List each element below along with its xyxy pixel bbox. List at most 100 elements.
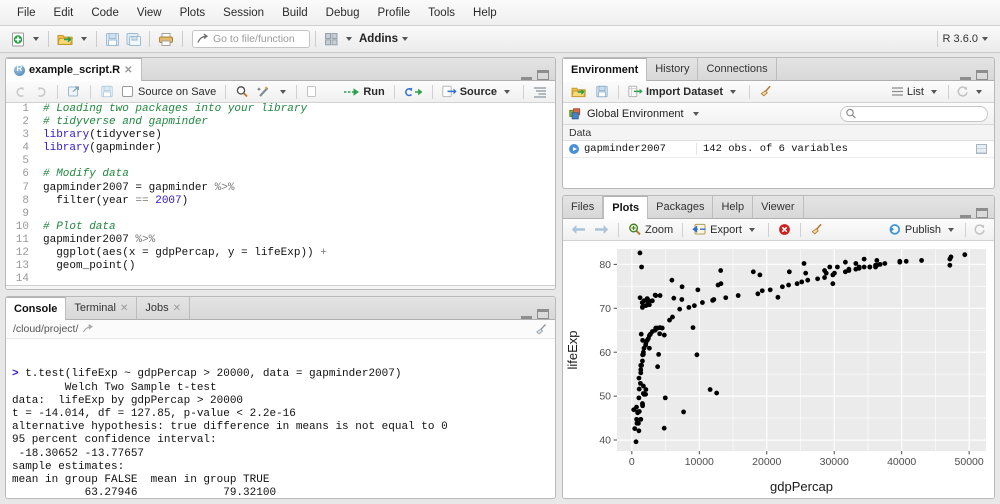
tab-help[interactable]: Help [713,196,754,218]
plot-clear-all-button[interactable] [807,222,827,237]
tab-plots[interactable]: Plots [603,196,649,219]
plot-display-area[interactable]: 40 50 60 70 80 0 10000 20000 30000 40000 50000 gdpP… [563,241,994,498]
data-point [723,295,729,301]
tab-history[interactable]: History [647,58,699,80]
global-environment-selector[interactable]: Global Environment [569,108,703,120]
file-type-selector[interactable]: R Script [503,290,540,291]
source-button[interactable]: Source [439,84,517,99]
plot-publish-caret-icon[interactable] [948,227,954,232]
plot-export-button[interactable]: Export [689,222,762,237]
menu-file[interactable]: File [8,4,45,22]
env-save-workspace-button[interactable] [592,84,612,99]
open-project-caret-icon[interactable] [81,37,87,41]
plot-zoom-button[interactable]: Zoom [625,222,676,237]
menu-build[interactable]: Build [273,4,317,22]
plot-publish-button[interactable]: Publish [885,222,961,237]
tab-terminal[interactable]: Terminal ✕ [66,297,138,319]
plot-remove-button[interactable] [775,222,794,237]
global-environment-caret-icon[interactable] [692,111,699,116]
r-version-selector[interactable]: R 3.6.0 [932,31,992,47]
menu-help[interactable]: Help [464,4,506,22]
close-icon[interactable]: ✕ [173,303,181,314]
expand-triangle-icon[interactable] [569,144,579,154]
source-forward-button[interactable] [32,85,51,99]
data-point [962,252,968,258]
open-project-button[interactable] [54,29,77,49]
workspace-panes-button[interactable] [321,29,342,49]
save-button[interactable] [102,29,123,49]
plot-next-button[interactable] [591,223,612,236]
print-button[interactable] [155,29,177,49]
code-tools-caret-icon[interactable] [280,89,287,94]
source-save-button[interactable] [97,84,117,99]
close-icon[interactable]: ✕ [120,303,128,314]
source-back-button[interactable] [11,85,30,99]
document-outline-button[interactable] [530,85,550,99]
close-icon[interactable]: ✕ [124,65,132,76]
source-caret-icon[interactable] [504,89,510,94]
minimize-icon[interactable] [521,71,532,80]
forward-arrow-icon [38,86,46,97]
env-view-mode-button[interactable]: List [888,85,944,99]
workspace-panes-caret-icon[interactable] [346,37,352,41]
tab-packages[interactable]: Packages [648,196,714,218]
tab-viewer[interactable]: Viewer [753,196,804,218]
source-find-button[interactable] [232,84,252,99]
menu-tools[interactable]: Tools [419,4,464,22]
tick-label-x: 10000 [685,456,714,468]
addins-caret-icon[interactable] [401,37,408,41]
menu-view[interactable]: View [128,4,171,22]
maximize-icon[interactable] [976,208,988,218]
open-in-window-icon[interactable] [82,323,94,335]
maximize-icon[interactable] [537,309,549,319]
menu-code[interactable]: Code [82,4,128,22]
menu-plots[interactable]: Plots [171,4,215,22]
env-clear-button[interactable] [756,84,776,99]
addins-button[interactable]: Addins [359,33,398,45]
menu-profile[interactable]: Profile [369,4,420,22]
scope-selector[interactable]: (Top Level) [73,290,125,291]
tab-connections[interactable]: Connections [698,58,777,80]
minimize-icon[interactable] [960,71,971,80]
menu-edit[interactable]: Edit [45,4,83,22]
env-load-workspace-button[interactable] [568,84,590,100]
r-version-caret-icon[interactable] [982,37,988,41]
environment-search-input[interactable] [840,105,988,122]
minimize-icon[interactable] [960,209,971,218]
menu-session[interactable]: Session [214,4,273,22]
run-button[interactable]: Run [340,85,387,99]
rerun-button[interactable] [401,85,426,99]
env-view-mode-caret-icon[interactable] [931,89,937,94]
import-dataset-button[interactable]: Import Dataset [625,84,743,99]
console-output[interactable]: > t.test(lifeExp ~ gdpPercap > 20000, da… [6,339,555,497]
maximize-icon[interactable] [976,70,988,80]
tab-jobs[interactable]: Jobs ✕ [137,297,191,319]
compile-report-button[interactable] [303,84,320,99]
working-directory-label[interactable]: /cloud/project/ [13,323,78,335]
code-text: # Modify data [43,168,129,181]
view-table-icon[interactable] [976,144,987,154]
console-clear-button[interactable] [535,323,548,336]
code-editor[interactable]: 1 # Loading two packages into your librar… [6,103,555,285]
source-popout-button[interactable] [64,84,84,99]
maximize-icon[interactable] [537,70,549,80]
source-on-save-checkbox[interactable]: Source on Save [119,85,219,99]
import-dataset-caret-icon[interactable] [730,89,737,94]
env-refresh-button[interactable] [953,84,989,99]
tab-files[interactable]: Files [563,196,604,218]
goto-file-function-input[interactable]: Go to file/function [192,30,310,48]
save-all-button[interactable] [123,29,144,49]
minimize-icon[interactable] [521,310,532,319]
new-file-caret-icon[interactable] [33,37,39,41]
menu-debug[interactable]: Debug [317,4,369,22]
table-row[interactable]: gapminder2007 142 obs. of 6 variables [563,141,994,158]
source-code-tools-button[interactable] [254,84,274,99]
plot-export-caret-icon[interactable] [748,227,755,232]
env-refresh-caret-icon[interactable] [976,89,982,94]
new-file-button[interactable] [8,29,29,49]
plot-previous-button[interactable] [568,223,589,236]
tab-environment[interactable]: Environment [563,58,648,81]
tab-console[interactable]: Console [6,297,67,320]
source-tab-example-script[interactable]: example_script.R ✕ [6,58,142,81]
plot-refresh-button[interactable] [970,222,989,237]
